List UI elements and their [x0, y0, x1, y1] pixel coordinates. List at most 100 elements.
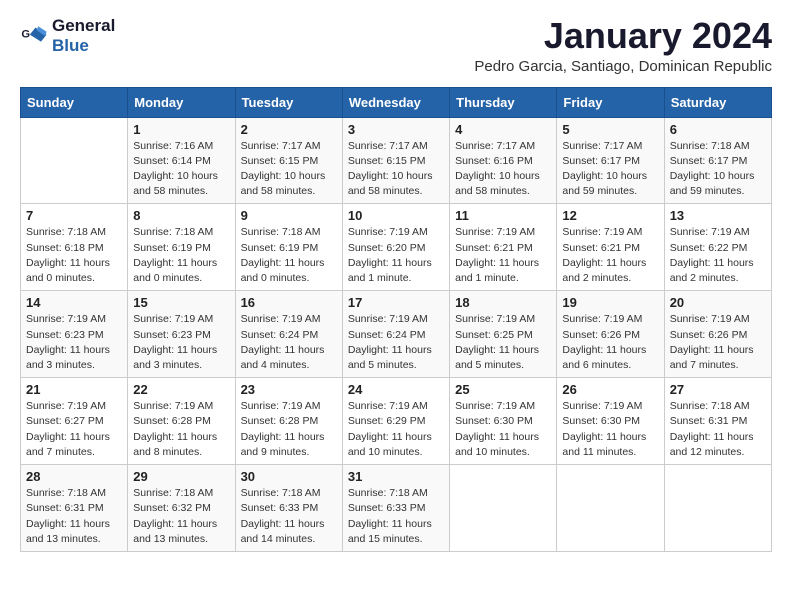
day-info: Sunrise: 7:19 AM Sunset: 6:26 PM Dayligh… — [670, 312, 766, 373]
day-number: 26 — [562, 382, 658, 397]
day-info: Sunrise: 7:19 AM Sunset: 6:27 PM Dayligh… — [26, 399, 122, 460]
day-number: 24 — [348, 382, 444, 397]
day-number: 13 — [670, 208, 766, 223]
day-info: Sunrise: 7:19 AM Sunset: 6:29 PM Dayligh… — [348, 399, 444, 460]
day-number: 31 — [348, 469, 444, 484]
calendar-cell: 26 Sunrise: 7:19 AM Sunset: 6:30 PM Dayli… — [557, 378, 664, 465]
calendar-cell: 6 Sunrise: 7:18 AM Sunset: 6:17 PM Daylig… — [664, 117, 771, 204]
calendar-cell: 20 Sunrise: 7:19 AM Sunset: 6:26 PM Dayli… — [664, 291, 771, 378]
calendar-cell: 25 Sunrise: 7:19 AM Sunset: 6:30 PM Dayli… — [450, 378, 557, 465]
day-number: 21 — [26, 382, 122, 397]
day-number: 4 — [455, 122, 551, 137]
day-number: 10 — [348, 208, 444, 223]
header-day-wednesday: Wednesday — [342, 87, 449, 117]
day-info: Sunrise: 7:19 AM Sunset: 6:23 PM Dayligh… — [26, 312, 122, 373]
day-info: Sunrise: 7:17 AM Sunset: 6:15 PM Dayligh… — [348, 139, 444, 200]
header-day-tuesday: Tuesday — [235, 87, 342, 117]
day-info: Sunrise: 7:19 AM Sunset: 6:22 PM Dayligh… — [670, 225, 766, 286]
day-info: Sunrise: 7:19 AM Sunset: 6:26 PM Dayligh… — [562, 312, 658, 373]
day-number: 8 — [133, 208, 229, 223]
day-number: 22 — [133, 382, 229, 397]
logo: G General Blue — [20, 16, 115, 56]
day-info: Sunrise: 7:17 AM Sunset: 6:17 PM Dayligh… — [562, 139, 658, 200]
header-day-sunday: Sunday — [21, 87, 128, 117]
day-number: 30 — [241, 469, 337, 484]
day-number: 27 — [670, 382, 766, 397]
day-info: Sunrise: 7:19 AM Sunset: 6:23 PM Dayligh… — [133, 312, 229, 373]
header: G General Blue January 2024 Pedro Garcia… — [20, 16, 772, 75]
calendar-cell: 24 Sunrise: 7:19 AM Sunset: 6:29 PM Dayli… — [342, 378, 449, 465]
calendar-cell: 18 Sunrise: 7:19 AM Sunset: 6:25 PM Dayli… — [450, 291, 557, 378]
location-title: Pedro Garcia, Santiago, Dominican Republ… — [474, 58, 772, 75]
day-info: Sunrise: 7:18 AM Sunset: 6:18 PM Dayligh… — [26, 225, 122, 286]
day-number: 28 — [26, 469, 122, 484]
calendar-cell: 7Sunrise: 7:18 AM Sunset: 6:18 PM Daylig… — [21, 204, 128, 291]
calendar-cell — [557, 465, 664, 552]
calendar-cell: 1 Sunrise: 7:16 AM Sunset: 6:14 PM Daylig… — [128, 117, 235, 204]
day-info: Sunrise: 7:19 AM Sunset: 6:21 PM Dayligh… — [455, 225, 551, 286]
day-info: Sunrise: 7:18 AM Sunset: 6:33 PM Dayligh… — [348, 486, 444, 547]
day-info: Sunrise: 7:19 AM Sunset: 6:20 PM Dayligh… — [348, 225, 444, 286]
calendar-week-3: 14 Sunrise: 7:19 AM Sunset: 6:23 PM Dayli… — [21, 291, 772, 378]
calendar-cell: 30Sunrise: 7:18 AM Sunset: 6:33 PM Dayli… — [235, 465, 342, 552]
calendar-cell: 22Sunrise: 7:19 AM Sunset: 6:28 PM Dayli… — [128, 378, 235, 465]
calendar-cell: 31 Sunrise: 7:18 AM Sunset: 6:33 PM Dayli… — [342, 465, 449, 552]
header-day-monday: Monday — [128, 87, 235, 117]
day-info: Sunrise: 7:19 AM Sunset: 6:21 PM Dayligh… — [562, 225, 658, 286]
header-day-saturday: Saturday — [664, 87, 771, 117]
title-area: January 2024 Pedro Garcia, Santiago, Dom… — [474, 16, 772, 75]
logo-text: General Blue — [52, 16, 115, 56]
calendar-table: SundayMondayTuesdayWednesdayThursdayFrid… — [20, 87, 772, 552]
calendar-week-2: 7Sunrise: 7:18 AM Sunset: 6:18 PM Daylig… — [21, 204, 772, 291]
calendar-cell: 29 Sunrise: 7:18 AM Sunset: 6:32 PM Dayli… — [128, 465, 235, 552]
calendar-week-5: 28 Sunrise: 7:18 AM Sunset: 6:31 PM Dayli… — [21, 465, 772, 552]
day-number: 29 — [133, 469, 229, 484]
day-info: Sunrise: 7:19 AM Sunset: 6:30 PM Dayligh… — [562, 399, 658, 460]
logo-icon: G — [20, 22, 48, 50]
day-number: 5 — [562, 122, 658, 137]
calendar-cell — [21, 117, 128, 204]
calendar-body: 1 Sunrise: 7:16 AM Sunset: 6:14 PM Daylig… — [21, 117, 772, 551]
day-number: 2 — [241, 122, 337, 137]
month-title: January 2024 — [474, 16, 772, 56]
day-info: Sunrise: 7:18 AM Sunset: 6:32 PM Dayligh… — [133, 486, 229, 547]
calendar-cell: 2Sunrise: 7:17 AM Sunset: 6:15 PM Daylig… — [235, 117, 342, 204]
calendar-cell: 12Sunrise: 7:19 AM Sunset: 6:21 PM Dayli… — [557, 204, 664, 291]
day-number: 18 — [455, 295, 551, 310]
header-day-thursday: Thursday — [450, 87, 557, 117]
day-info: Sunrise: 7:19 AM Sunset: 6:24 PM Dayligh… — [241, 312, 337, 373]
day-number: 16 — [241, 295, 337, 310]
calendar-cell: 8Sunrise: 7:18 AM Sunset: 6:19 PM Daylig… — [128, 204, 235, 291]
calendar-cell: 15Sunrise: 7:19 AM Sunset: 6:23 PM Dayli… — [128, 291, 235, 378]
day-info: Sunrise: 7:19 AM Sunset: 6:28 PM Dayligh… — [241, 399, 337, 460]
calendar-week-4: 21 Sunrise: 7:19 AM Sunset: 6:27 PM Dayli… — [21, 378, 772, 465]
day-number: 20 — [670, 295, 766, 310]
calendar-cell: 4 Sunrise: 7:17 AM Sunset: 6:16 PM Daylig… — [450, 117, 557, 204]
header-day-friday: Friday — [557, 87, 664, 117]
day-info: Sunrise: 7:19 AM Sunset: 6:24 PM Dayligh… — [348, 312, 444, 373]
calendar-cell: 3Sunrise: 7:17 AM Sunset: 6:15 PM Daylig… — [342, 117, 449, 204]
day-info: Sunrise: 7:19 AM Sunset: 6:30 PM Dayligh… — [455, 399, 551, 460]
day-info: Sunrise: 7:18 AM Sunset: 6:19 PM Dayligh… — [241, 225, 337, 286]
day-info: Sunrise: 7:18 AM Sunset: 6:31 PM Dayligh… — [670, 399, 766, 460]
day-number: 6 — [670, 122, 766, 137]
svg-text:G: G — [21, 28, 30, 40]
day-info: Sunrise: 7:18 AM Sunset: 6:31 PM Dayligh… — [26, 486, 122, 547]
day-number: 1 — [133, 122, 229, 137]
calendar-cell: 27 Sunrise: 7:18 AM Sunset: 6:31 PM Dayli… — [664, 378, 771, 465]
day-info: Sunrise: 7:18 AM Sunset: 6:17 PM Dayligh… — [670, 139, 766, 200]
calendar-cell: 21 Sunrise: 7:19 AM Sunset: 6:27 PM Dayli… — [21, 378, 128, 465]
calendar-cell — [664, 465, 771, 552]
calendar-cell: 10 Sunrise: 7:19 AM Sunset: 6:20 PM Dayli… — [342, 204, 449, 291]
calendar-cell — [450, 465, 557, 552]
day-number: 25 — [455, 382, 551, 397]
day-info: Sunrise: 7:17 AM Sunset: 6:16 PM Dayligh… — [455, 139, 551, 200]
calendar-week-1: 1 Sunrise: 7:16 AM Sunset: 6:14 PM Daylig… — [21, 117, 772, 204]
calendar-cell: 9Sunrise: 7:18 AM Sunset: 6:19 PM Daylig… — [235, 204, 342, 291]
day-info: Sunrise: 7:16 AM Sunset: 6:14 PM Dayligh… — [133, 139, 229, 200]
day-number: 14 — [26, 295, 122, 310]
day-number: 17 — [348, 295, 444, 310]
day-info: Sunrise: 7:19 AM Sunset: 6:25 PM Dayligh… — [455, 312, 551, 373]
calendar-cell: 17 Sunrise: 7:19 AM Sunset: 6:24 PM Dayli… — [342, 291, 449, 378]
calendar-header-row: SundayMondayTuesdayWednesdayThursdayFrid… — [21, 87, 772, 117]
